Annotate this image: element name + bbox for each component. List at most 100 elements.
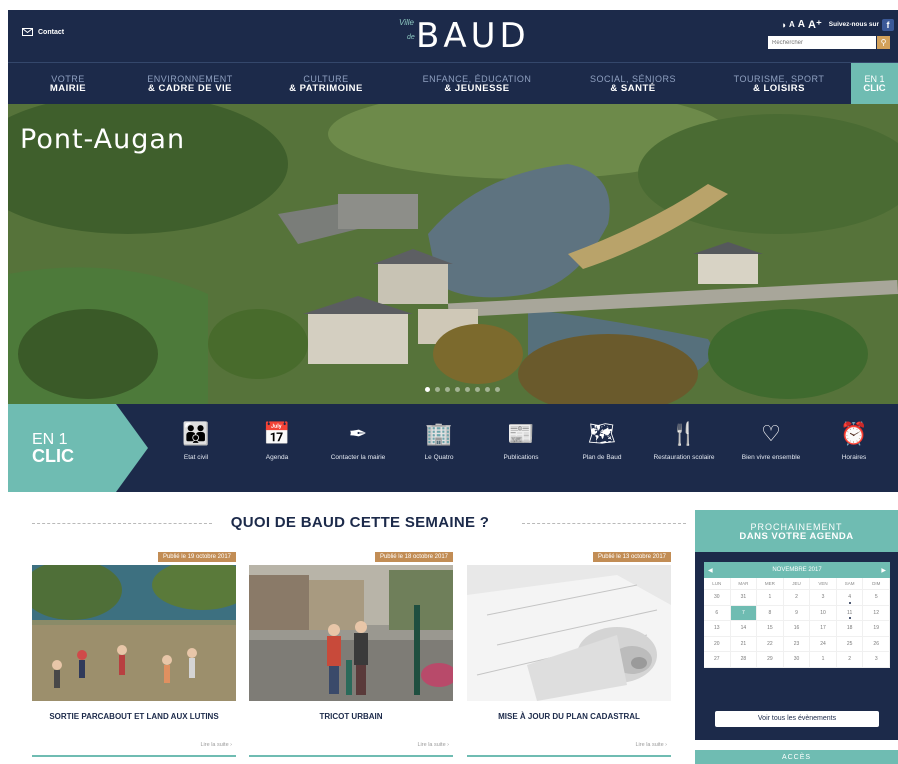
calendar-day[interactable]: 9 bbox=[783, 605, 811, 621]
calendar-day[interactable]: 14 bbox=[730, 621, 758, 637]
calendar-day[interactable]: 29 bbox=[757, 652, 784, 668]
calendar-day[interactable]: 27 bbox=[704, 652, 731, 668]
calendar-day[interactable]: 8 bbox=[757, 605, 784, 621]
calendar-day[interactable]: 2 bbox=[836, 652, 864, 668]
card-accent-bar bbox=[467, 755, 671, 757]
quick-link-label: Horaires bbox=[841, 454, 867, 461]
calendar-day[interactable]: 16 bbox=[783, 621, 811, 637]
calendar-day[interactable]: 3 bbox=[810, 590, 837, 606]
calendar-day[interactable]: 30 bbox=[783, 652, 811, 668]
calendar-day[interactable]: 15 bbox=[757, 621, 784, 637]
calendar-day[interactable]: 13 bbox=[704, 621, 731, 637]
calendar-day[interactable]: 3 bbox=[863, 652, 890, 668]
quick-link-bien-vivre[interactable]: ♡ Bien vivre ensemble bbox=[735, 420, 807, 462]
calendar-day[interactable]: 1 bbox=[810, 652, 837, 668]
read-more-link[interactable]: Lire la suite › bbox=[636, 742, 668, 748]
news-title: SORTIE PARCABOUT ET LAND AUX LUTINS bbox=[49, 712, 219, 721]
font-size-medium-button[interactable]: A bbox=[798, 19, 805, 30]
quick-link-plan[interactable]: 🗺 Plan de Baud bbox=[566, 420, 638, 462]
nav-line2: MAIRIE bbox=[49, 83, 87, 94]
calendar-day[interactable]: 21 bbox=[730, 636, 758, 652]
nav-item-social[interactable]: SOCIAL, SÉNIORS & SANTÉ bbox=[578, 63, 688, 105]
calendar-day[interactable]: 22 bbox=[757, 636, 784, 652]
slider-dot[interactable] bbox=[435, 387, 440, 392]
calendar-day[interactable]: 7 bbox=[730, 605, 758, 621]
publish-date: Publié le 19 octobre 2017 bbox=[157, 552, 236, 562]
nav-item-tourisme[interactable]: TOURISME, SPORT & LOISIRS bbox=[724, 63, 834, 105]
weekday-label: DIM bbox=[863, 578, 890, 590]
calendar-day[interactable]: 4 bbox=[836, 590, 864, 606]
all-events-button[interactable]: Voir tous les évènements bbox=[715, 711, 879, 727]
quick-link-label: Le Quatro bbox=[424, 454, 454, 461]
site-logo[interactable]: Ville de BAUD bbox=[398, 16, 538, 56]
newspaper-icon: 📰 bbox=[507, 421, 535, 446]
quick-link-publications[interactable]: 📰 Publications bbox=[485, 420, 557, 462]
slider-dot[interactable] bbox=[475, 387, 480, 392]
slider-dot[interactable] bbox=[485, 387, 490, 392]
contact-link[interactable]: Contact bbox=[22, 28, 64, 36]
font-size-large-button[interactable]: A⁺ bbox=[808, 18, 822, 31]
logo-ville: Ville bbox=[399, 18, 414, 27]
calendar-day[interactable]: 18 bbox=[836, 621, 864, 637]
calendar-day[interactable]: 10 bbox=[810, 605, 837, 621]
nav-item-culture[interactable]: CULTURE & PATRIMOINE bbox=[274, 63, 378, 105]
slider-dot[interactable] bbox=[445, 387, 450, 392]
search-button[interactable]: ⚲ bbox=[877, 36, 890, 49]
prev-month-icon[interactable]: ◀ bbox=[708, 567, 713, 574]
calendar-day[interactable]: 1 bbox=[757, 590, 784, 606]
calendar-day[interactable]: 26 bbox=[863, 636, 890, 652]
calendar-day[interactable]: 20 bbox=[704, 636, 731, 652]
hero-title: Pont-Augan bbox=[20, 124, 186, 155]
calendar-day[interactable]: 28 bbox=[730, 652, 758, 668]
read-more-link[interactable]: Lire la suite › bbox=[201, 742, 233, 748]
slider-dot[interactable] bbox=[465, 387, 470, 392]
quick-link-horaires[interactable]: ⏰ Horaires bbox=[818, 420, 890, 462]
calendar-day[interactable]: 24 bbox=[810, 636, 837, 652]
slider-dot[interactable] bbox=[425, 387, 430, 392]
calendar-day[interactable]: 2 bbox=[783, 590, 811, 606]
calendar-day[interactable]: 31 bbox=[730, 590, 758, 606]
slider-dot[interactable] bbox=[495, 387, 500, 392]
quick-link-label: Publications bbox=[503, 454, 539, 461]
nav-item-environnement[interactable]: ENVIRONNEMENT & CADRE DE VIE bbox=[130, 63, 250, 105]
quick-link-etat-civil[interactable]: 👪 Etat civil bbox=[160, 420, 232, 462]
calendar-icon: 📅 bbox=[263, 421, 291, 446]
weekday-label: MAR bbox=[730, 578, 758, 590]
quick-link-label: Agenda bbox=[265, 454, 289, 461]
calendar-day[interactable]: 23 bbox=[783, 636, 811, 652]
calendar-day[interactable]: 19 bbox=[863, 621, 890, 637]
quick-link-contact[interactable]: ✒ Contacter la mairie bbox=[322, 420, 394, 462]
nav-item-enfance[interactable]: ENFANCE, ÉDUCATION & JEUNESSE bbox=[412, 63, 542, 105]
nav-item-mairie[interactable]: VOTRE MAIRIE bbox=[36, 63, 100, 105]
weekday-label: MER bbox=[757, 578, 784, 590]
slider-dot[interactable] bbox=[455, 387, 460, 392]
acces-widget-header[interactable]: ACCÈS bbox=[695, 750, 898, 764]
contrast-button[interactable]: ◑ bbox=[781, 20, 786, 30]
calendar-day[interactable]: 6 bbox=[704, 605, 731, 621]
search-input[interactable] bbox=[768, 36, 876, 49]
read-more-link[interactable]: Lire la suite › bbox=[418, 742, 450, 748]
calendar-day[interactable]: 12 bbox=[863, 605, 890, 621]
quick-link-label: Bien vivre ensemble bbox=[741, 454, 801, 461]
calendar-day[interactable]: 30 bbox=[704, 590, 731, 606]
calendar-day[interactable]: 25 bbox=[836, 636, 864, 652]
nav-item-en-1-clic[interactable]: EN 1 CLIC bbox=[851, 63, 898, 105]
quick-link-agenda[interactable]: 📅 Agenda bbox=[241, 420, 313, 462]
facebook-icon[interactable]: f bbox=[882, 18, 894, 31]
next-month-icon[interactable]: ▶ bbox=[881, 567, 886, 574]
hero-slider[interactable]: Pont-Augan bbox=[8, 104, 898, 404]
card-accent-bar bbox=[32, 755, 236, 757]
font-size-small-button[interactable]: A bbox=[789, 20, 795, 29]
news-image bbox=[467, 565, 671, 701]
map-pin-icon: 🗺 bbox=[588, 421, 616, 446]
calendar-day[interactable]: 11 bbox=[836, 605, 864, 621]
quick-links-bar: EN 1 CLIC 👪 Etat civil 📅 Agenda ✒ Contac… bbox=[8, 404, 898, 492]
quick-link-restauration[interactable]: 🍴 Restauration scolaire bbox=[648, 420, 720, 462]
quick-link-label: Restauration scolaire bbox=[653, 454, 715, 461]
calendar-day[interactable]: 17 bbox=[810, 621, 837, 637]
calendar-day[interactable]: 5 bbox=[863, 590, 890, 606]
clock-icon: ⏰ bbox=[840, 421, 868, 446]
quick-link-quatro[interactable]: 🏢 Le Quatro bbox=[403, 420, 475, 462]
publish-date: Publié le 13 octobre 2017 bbox=[592, 552, 671, 562]
mail-icon bbox=[22, 28, 33, 36]
